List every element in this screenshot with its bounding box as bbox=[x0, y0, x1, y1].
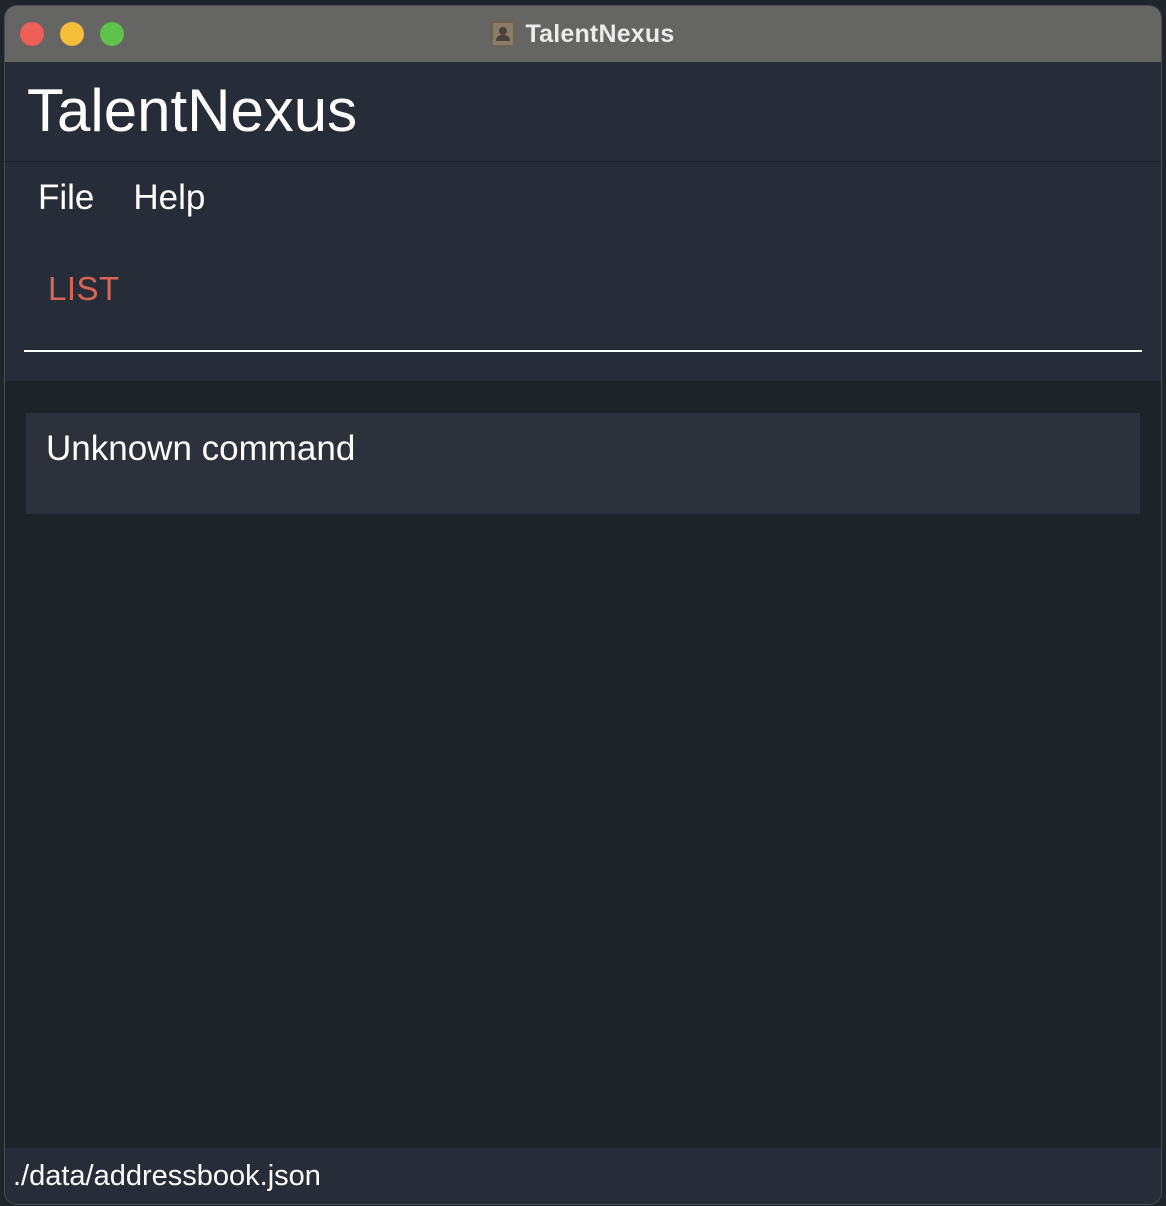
result-message: Unknown command bbox=[46, 429, 356, 468]
app-window: TalentNexus TalentNexus File Help LIST U… bbox=[5, 6, 1161, 1204]
app-title: TalentNexus bbox=[27, 77, 358, 144]
window-title: TalentNexus bbox=[525, 19, 675, 48]
result-display[interactable]: Unknown command bbox=[26, 413, 1140, 514]
menu-bar: File Help bbox=[23, 176, 229, 220]
desktop: TalentNexus TalentNexus File Help LIST U… bbox=[0, 0, 1166, 1206]
command-input[interactable]: LIST bbox=[24, 250, 1142, 352]
content-area: Unknown command bbox=[5, 381, 1161, 1148]
app-header: TalentNexus bbox=[5, 63, 1161, 162]
status-bar: ./data/addressbook.json bbox=[5, 1148, 1161, 1204]
menu-file[interactable]: File bbox=[23, 176, 109, 220]
save-location-path: ./data/addressbook.json bbox=[13, 1160, 321, 1192]
window-title-group: TalentNexus bbox=[5, 6, 1161, 62]
window-titlebar[interactable]: TalentNexus bbox=[5, 6, 1161, 63]
menu-help[interactable]: Help bbox=[118, 176, 220, 220]
command-area: File Help LIST bbox=[5, 162, 1161, 381]
contacts-book-icon bbox=[491, 21, 516, 47]
command-input-value: LIST bbox=[48, 270, 120, 307]
